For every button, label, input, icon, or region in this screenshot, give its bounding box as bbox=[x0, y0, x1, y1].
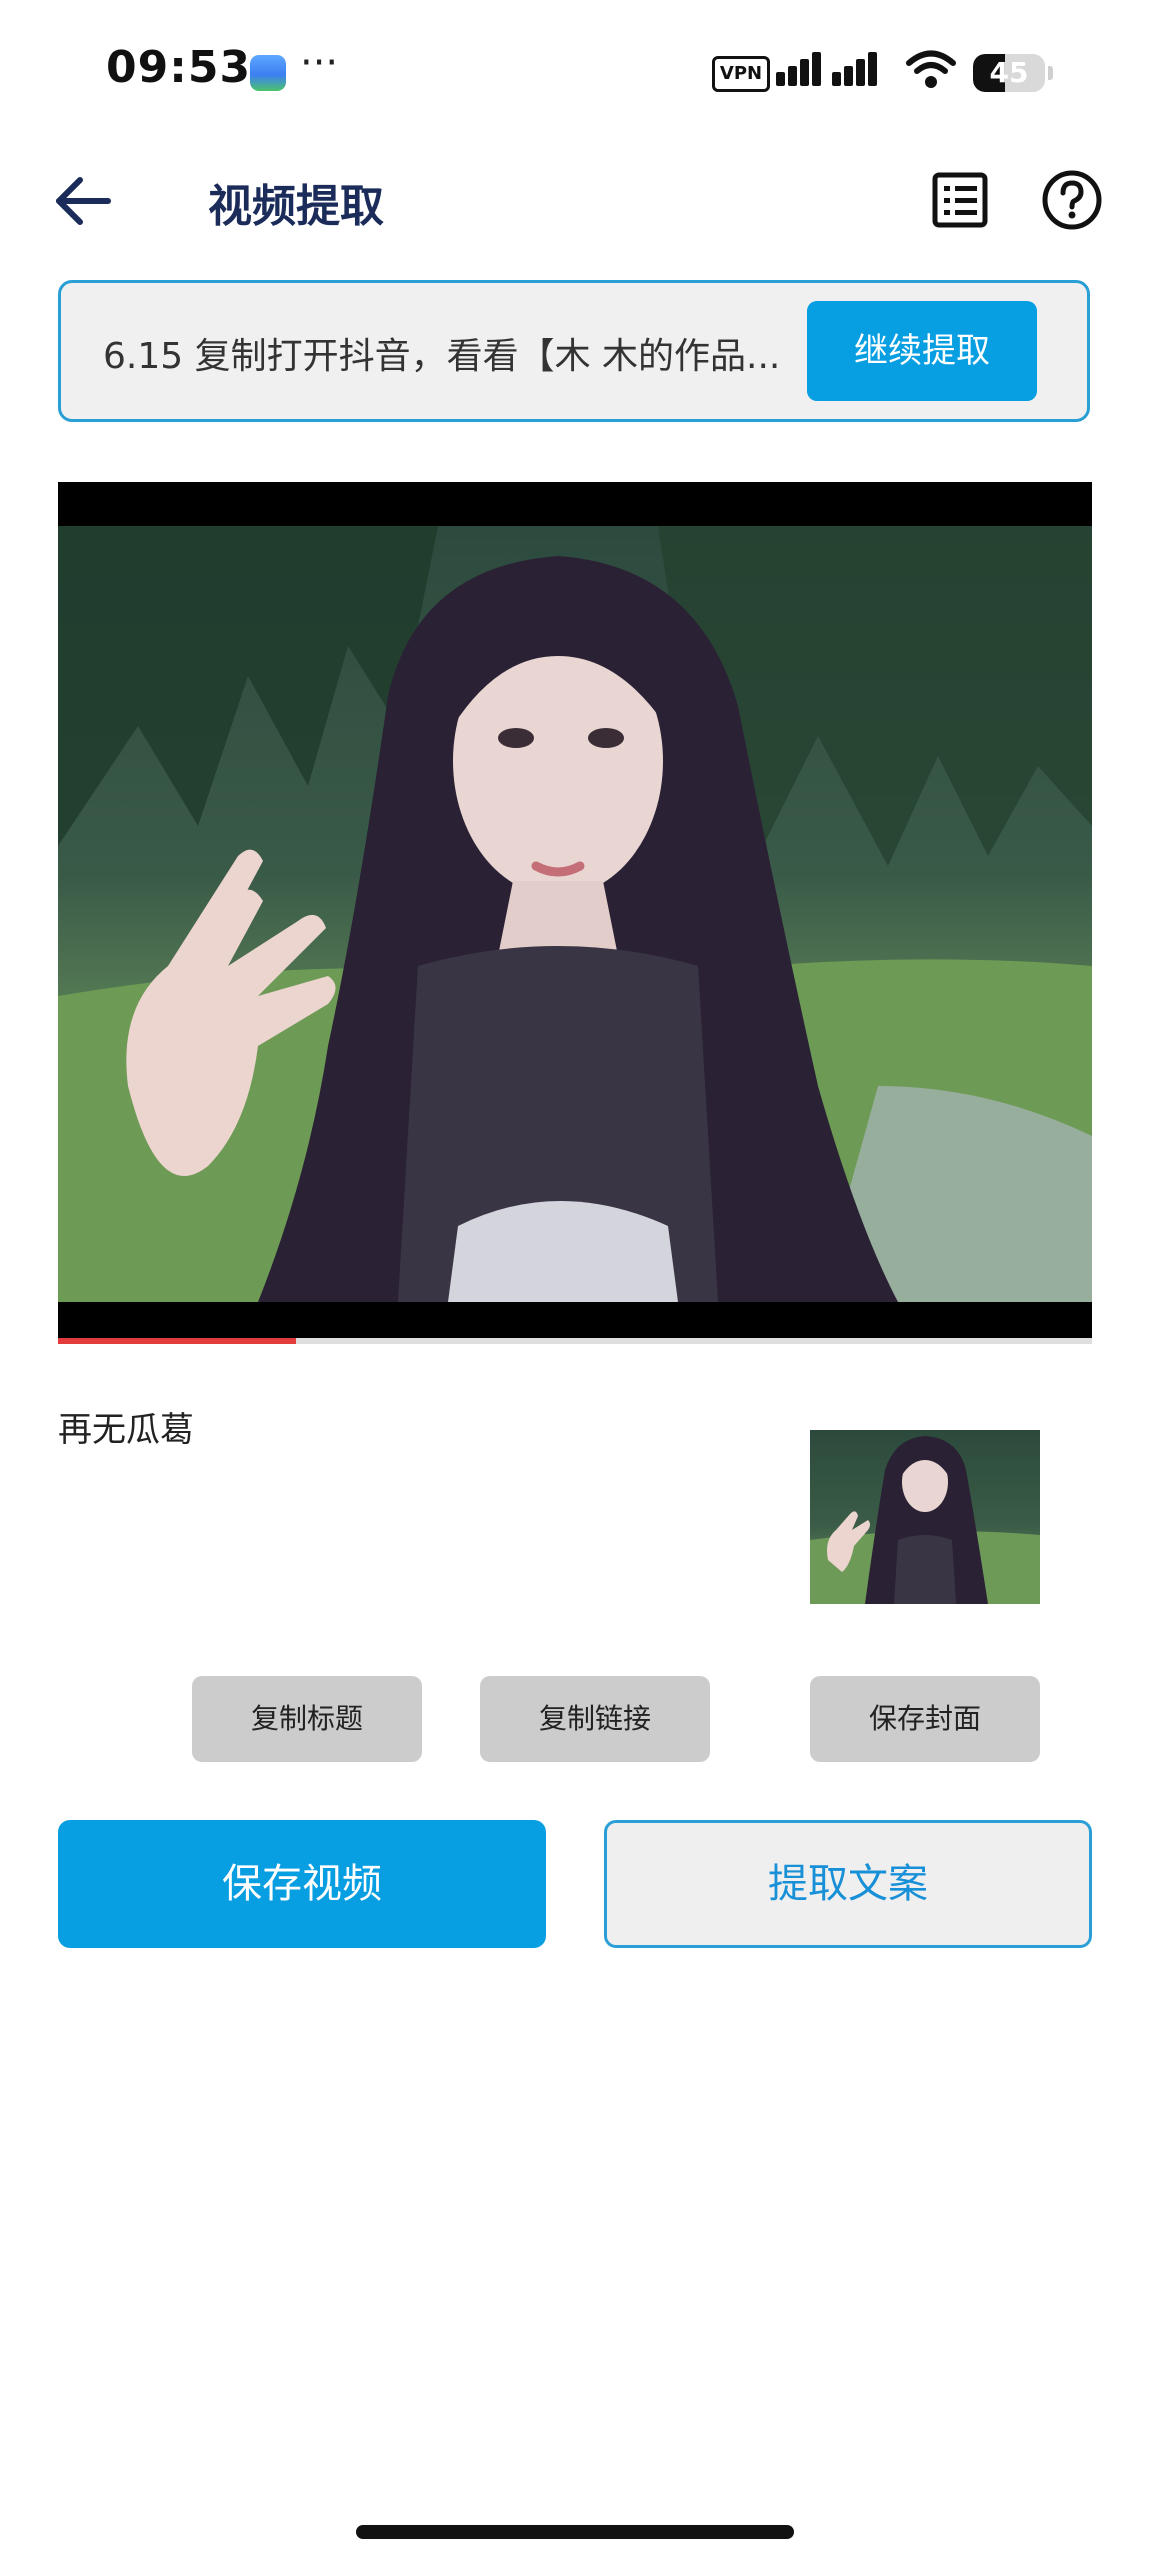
video-progress-bar[interactable] bbox=[58, 1338, 1092, 1344]
copy-link-button[interactable]: 复制链接 bbox=[480, 1676, 710, 1762]
link-input-box: 6.15 复制打开抖音，看看【木 木的作品... 继续提取 bbox=[58, 280, 1090, 422]
list-icon[interactable] bbox=[930, 170, 990, 230]
more-notifications-icon: ··· bbox=[300, 40, 339, 86]
page-title: 视频提取 bbox=[208, 181, 384, 232]
battery-tip bbox=[1048, 66, 1053, 80]
help-circle-icon[interactable] bbox=[1040, 168, 1104, 232]
extract-text-button[interactable]: 提取文案 bbox=[604, 1820, 1092, 1948]
video-scene bbox=[58, 526, 1092, 1302]
status-time: 09:53 bbox=[106, 42, 252, 93]
link-input[interactable]: 6.15 复制打开抖音，看看【木 木的作品... bbox=[103, 327, 823, 379]
cover-thumbnail bbox=[810, 1430, 1040, 1604]
home-indicator[interactable] bbox=[356, 2525, 794, 2539]
wifi-icon bbox=[906, 50, 956, 88]
vpn-icon: VPN bbox=[712, 56, 770, 92]
battery-level: 45 bbox=[989, 56, 1029, 89]
video-player[interactable] bbox=[58, 482, 1092, 1340]
video-title: 再无瓜葛 bbox=[58, 1410, 194, 1450]
save-cover-button[interactable]: 保存封面 bbox=[810, 1676, 1040, 1762]
video-progress-fill bbox=[58, 1338, 296, 1344]
status-bar: 09:53 ··· VPN 45 bbox=[0, 0, 1151, 150]
cover-scene bbox=[810, 1436, 1040, 1604]
video-frame bbox=[58, 526, 1092, 1302]
signal-icon bbox=[776, 50, 822, 86]
signal-icon bbox=[832, 50, 878, 86]
arrow-left-icon[interactable] bbox=[50, 168, 116, 234]
battery-icon: 45 bbox=[973, 54, 1045, 92]
copy-title-button[interactable]: 复制标题 bbox=[192, 1676, 422, 1762]
gallery-icon bbox=[250, 55, 286, 91]
save-video-button[interactable]: 保存视频 bbox=[58, 1820, 546, 1948]
continue-extract-button[interactable]: 继续提取 bbox=[807, 301, 1037, 401]
